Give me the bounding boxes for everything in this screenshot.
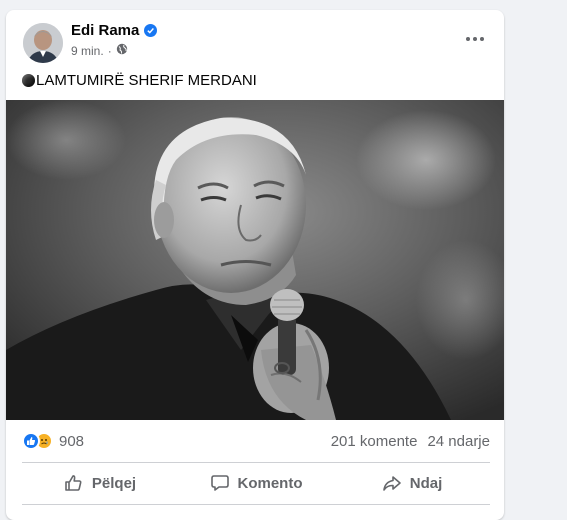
- post-photo[interactable]: [6, 100, 504, 420]
- comments-count[interactable]: 201 komente: [331, 433, 418, 450]
- globe-icon: [116, 43, 128, 58]
- comment-label: Komento: [237, 474, 303, 492]
- shares-count[interactable]: 24 ndarje: [427, 433, 490, 450]
- like-label: Pëlqej: [91, 474, 137, 492]
- more-dot: [473, 37, 477, 41]
- reaction-icons: [22, 432, 53, 450]
- share-button[interactable]: Ndaj: [334, 466, 490, 500]
- avatar[interactable]: [23, 23, 63, 63]
- verified-badge-icon: [144, 24, 158, 37]
- post-stats: 908 201 komente 24 ndarje: [22, 430, 490, 452]
- black-circle-icon: [22, 74, 35, 87]
- engagement-counts: 201 komente 24 ndarje: [331, 433, 490, 450]
- post-card: Edi Rama 9 min. · LAMTUMIRË SHERIF MERDA…: [6, 10, 504, 520]
- divider: [22, 504, 490, 505]
- comment-button[interactable]: Komento: [178, 466, 334, 500]
- thumbs-up-icon: [64, 473, 84, 493]
- post-text-content: LAMTUMIRË SHERIF MERDANI: [36, 72, 257, 89]
- post-text: LAMTUMIRË SHERIF MERDANI: [22, 72, 257, 89]
- reaction-count[interactable]: 908: [59, 433, 84, 450]
- post-meta: 9 min. ·: [71, 43, 128, 58]
- like-reaction-icon: [22, 432, 40, 450]
- like-button[interactable]: Pëlqej: [22, 466, 178, 500]
- comment-icon: [210, 473, 230, 493]
- more-options-button[interactable]: [460, 28, 490, 50]
- post-header: Edi Rama 9 min. ·: [6, 10, 504, 70]
- share-label: Ndaj: [409, 474, 443, 492]
- author-name-text[interactable]: Edi Rama: [71, 22, 139, 39]
- post-actions: Pëlqej Komento Ndaj: [22, 466, 490, 500]
- share-arrow-icon: [382, 473, 402, 493]
- author-name[interactable]: Edi Rama: [71, 22, 158, 39]
- meta-dot: ·: [107, 43, 112, 58]
- more-dot: [480, 37, 484, 41]
- divider: [22, 462, 490, 463]
- reactions-summary[interactable]: 908: [22, 432, 84, 450]
- more-dot: [466, 37, 470, 41]
- post-time[interactable]: 9 min.: [71, 44, 104, 58]
